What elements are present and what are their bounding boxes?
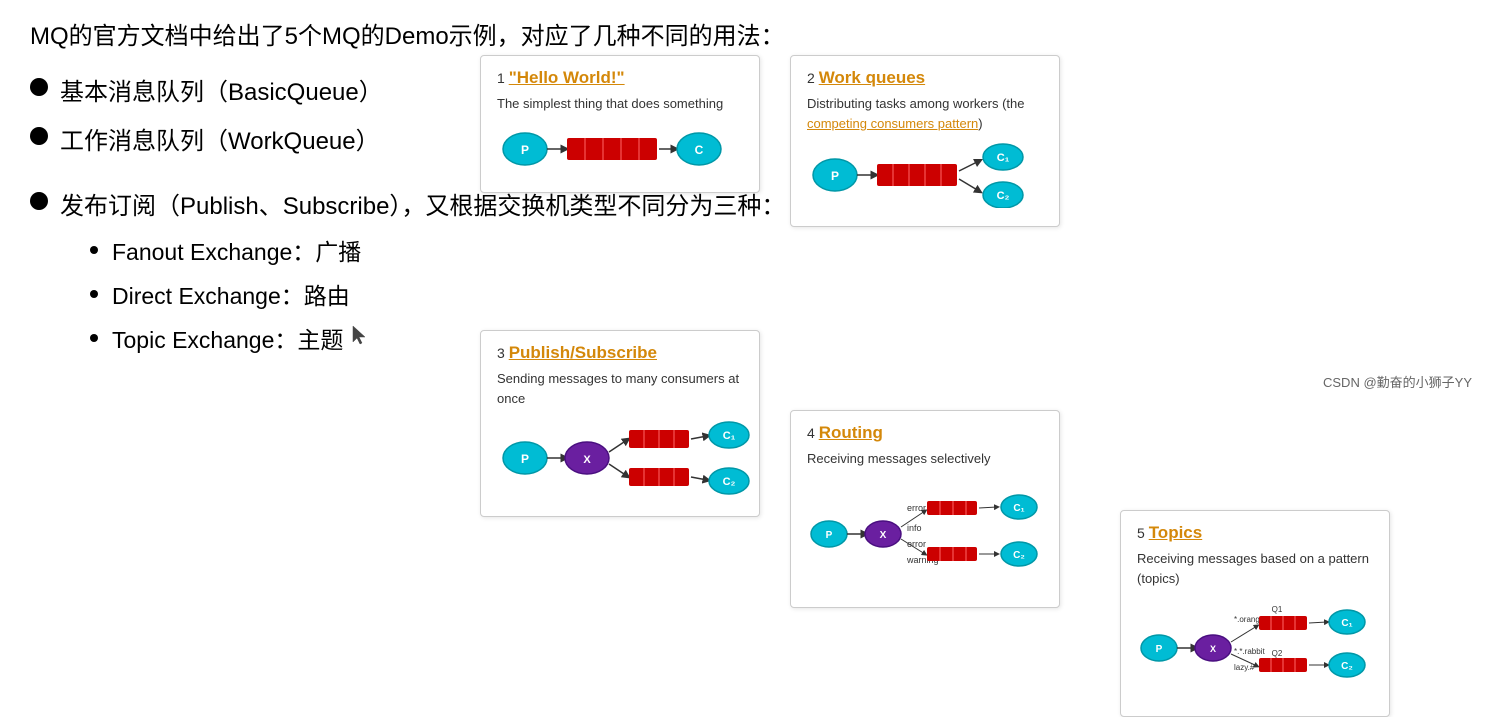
svg-text:C₂: C₂ <box>997 190 1010 202</box>
svg-text:X: X <box>880 530 887 541</box>
svg-text:Q2: Q2 <box>1272 649 1283 658</box>
svg-text:error: error <box>907 503 926 513</box>
page-title: MQ的官方文档中给出了5个MQ的Demo示例，对应了几种不同的用法： <box>30 20 1462 54</box>
sub-list: Fanout Exchange：广播 Direct Exchange：路由 To… <box>90 233 369 365</box>
sub-dot-2 <box>90 290 98 298</box>
bullet-text-1: 基本消息队列（BasicQueue） <box>60 72 383 107</box>
card2-diagram: P C₁ <box>807 143 1043 214</box>
card5-number: 5 Topics <box>1137 523 1373 543</box>
card5-desc: Receiving messages based on a pattern (t… <box>1137 549 1373 588</box>
card5-diagram: P X *.orange.* *.*.rabbit lazy.# <box>1137 598 1373 704</box>
card-hello-world: 1 "Hello World!" The simplest thing that… <box>480 55 760 193</box>
bullet-dot-2 <box>30 127 48 145</box>
svg-text:X: X <box>1210 644 1216 654</box>
svg-text:P: P <box>826 530 833 541</box>
svg-text:P: P <box>521 143 529 157</box>
card5-title-link[interactable]: Topics <box>1149 523 1203 542</box>
card1-desc: The simplest thing that does something <box>497 94 743 114</box>
card1-title-link[interactable]: "Hello World!" <box>509 68 625 87</box>
svg-text:P: P <box>521 452 529 466</box>
card4-title-link[interactable]: Routing <box>819 423 883 442</box>
sub-dot-3 <box>90 334 98 342</box>
card3-desc: Sending messages to many consumers at on… <box>497 369 743 408</box>
svg-text:P: P <box>831 169 839 183</box>
card2-title-link[interactable]: Work queues <box>819 68 925 87</box>
main-content: MQ的官方文档中给出了5个MQ的Demo示例，对应了几种不同的用法： 基本消息队… <box>0 0 1492 399</box>
sub-dot-1 <box>90 246 98 254</box>
card4-desc: Receiving messages selectively <box>807 449 1043 469</box>
card2-number: 2 Work queues <box>807 68 1043 88</box>
svg-text:C₁: C₁ <box>997 152 1010 164</box>
card4-number: 4 Routing <box>807 423 1043 443</box>
card1-diagram: P C <box>497 124 743 180</box>
bullet-dot-3 <box>30 192 48 210</box>
svg-text:Q1: Q1 <box>1272 605 1283 614</box>
sub-item-1: Fanout Exchange：广播 <box>90 233 369 267</box>
svg-text:C₁: C₁ <box>1013 503 1024 514</box>
sub-text-2: Direct Exchange：路由 <box>112 277 350 311</box>
bullet-text-2: 工作消息队列（WorkQueue） <box>60 121 380 156</box>
watermark: CSDN @勤奋的小狮子YY <box>1323 372 1472 391</box>
card-work-queues: 2 Work queues Distributing tasks among w… <box>790 55 1060 227</box>
card-publish-subscribe: 3 Publish/Subscribe Sending messages to … <box>480 330 760 517</box>
sub-text-3: Topic Exchange：主题 <box>112 321 343 355</box>
card3-diagram: P X <box>497 418 743 504</box>
card4-diagram: P X error info error warning <box>807 479 1043 595</box>
competing-consumers-link[interactable]: competing consumers pattern <box>807 116 978 131</box>
sub-item-2: Direct Exchange：路由 <box>90 277 369 311</box>
card3-number: 3 Publish/Subscribe <box>497 343 743 363</box>
card1-number: 1 "Hello World!" <box>497 68 743 88</box>
svg-text:lazy.#: lazy.# <box>1234 663 1255 672</box>
sub-item-3: Topic Exchange：主题 <box>90 321 369 355</box>
svg-text:C₁: C₁ <box>1341 618 1352 629</box>
svg-text:*.*.rabbit: *.*.rabbit <box>1234 647 1265 656</box>
svg-text:C: C <box>695 143 704 157</box>
card2-desc: Distributing tasks among workers (the co… <box>807 94 1043 133</box>
svg-text:C₁: C₁ <box>723 430 736 442</box>
sub-text-1: Fanout Exchange：广播 <box>112 233 361 267</box>
svg-text:X: X <box>583 454 591 466</box>
svg-text:P: P <box>1156 644 1163 655</box>
cursor-icon <box>351 324 369 352</box>
svg-text:C₂: C₂ <box>723 476 736 488</box>
card3-title-link[interactable]: Publish/Subscribe <box>509 343 657 362</box>
svg-text:C₂: C₂ <box>1013 550 1025 561</box>
card-topics: 5 Topics Receiving messages based on a p… <box>1120 510 1390 717</box>
svg-text:C₂: C₂ <box>1341 661 1353 672</box>
svg-text:info: info <box>907 523 922 533</box>
bullet-dot-1 <box>30 78 48 96</box>
card-routing: 4 Routing Receiving messages selectively… <box>790 410 1060 608</box>
